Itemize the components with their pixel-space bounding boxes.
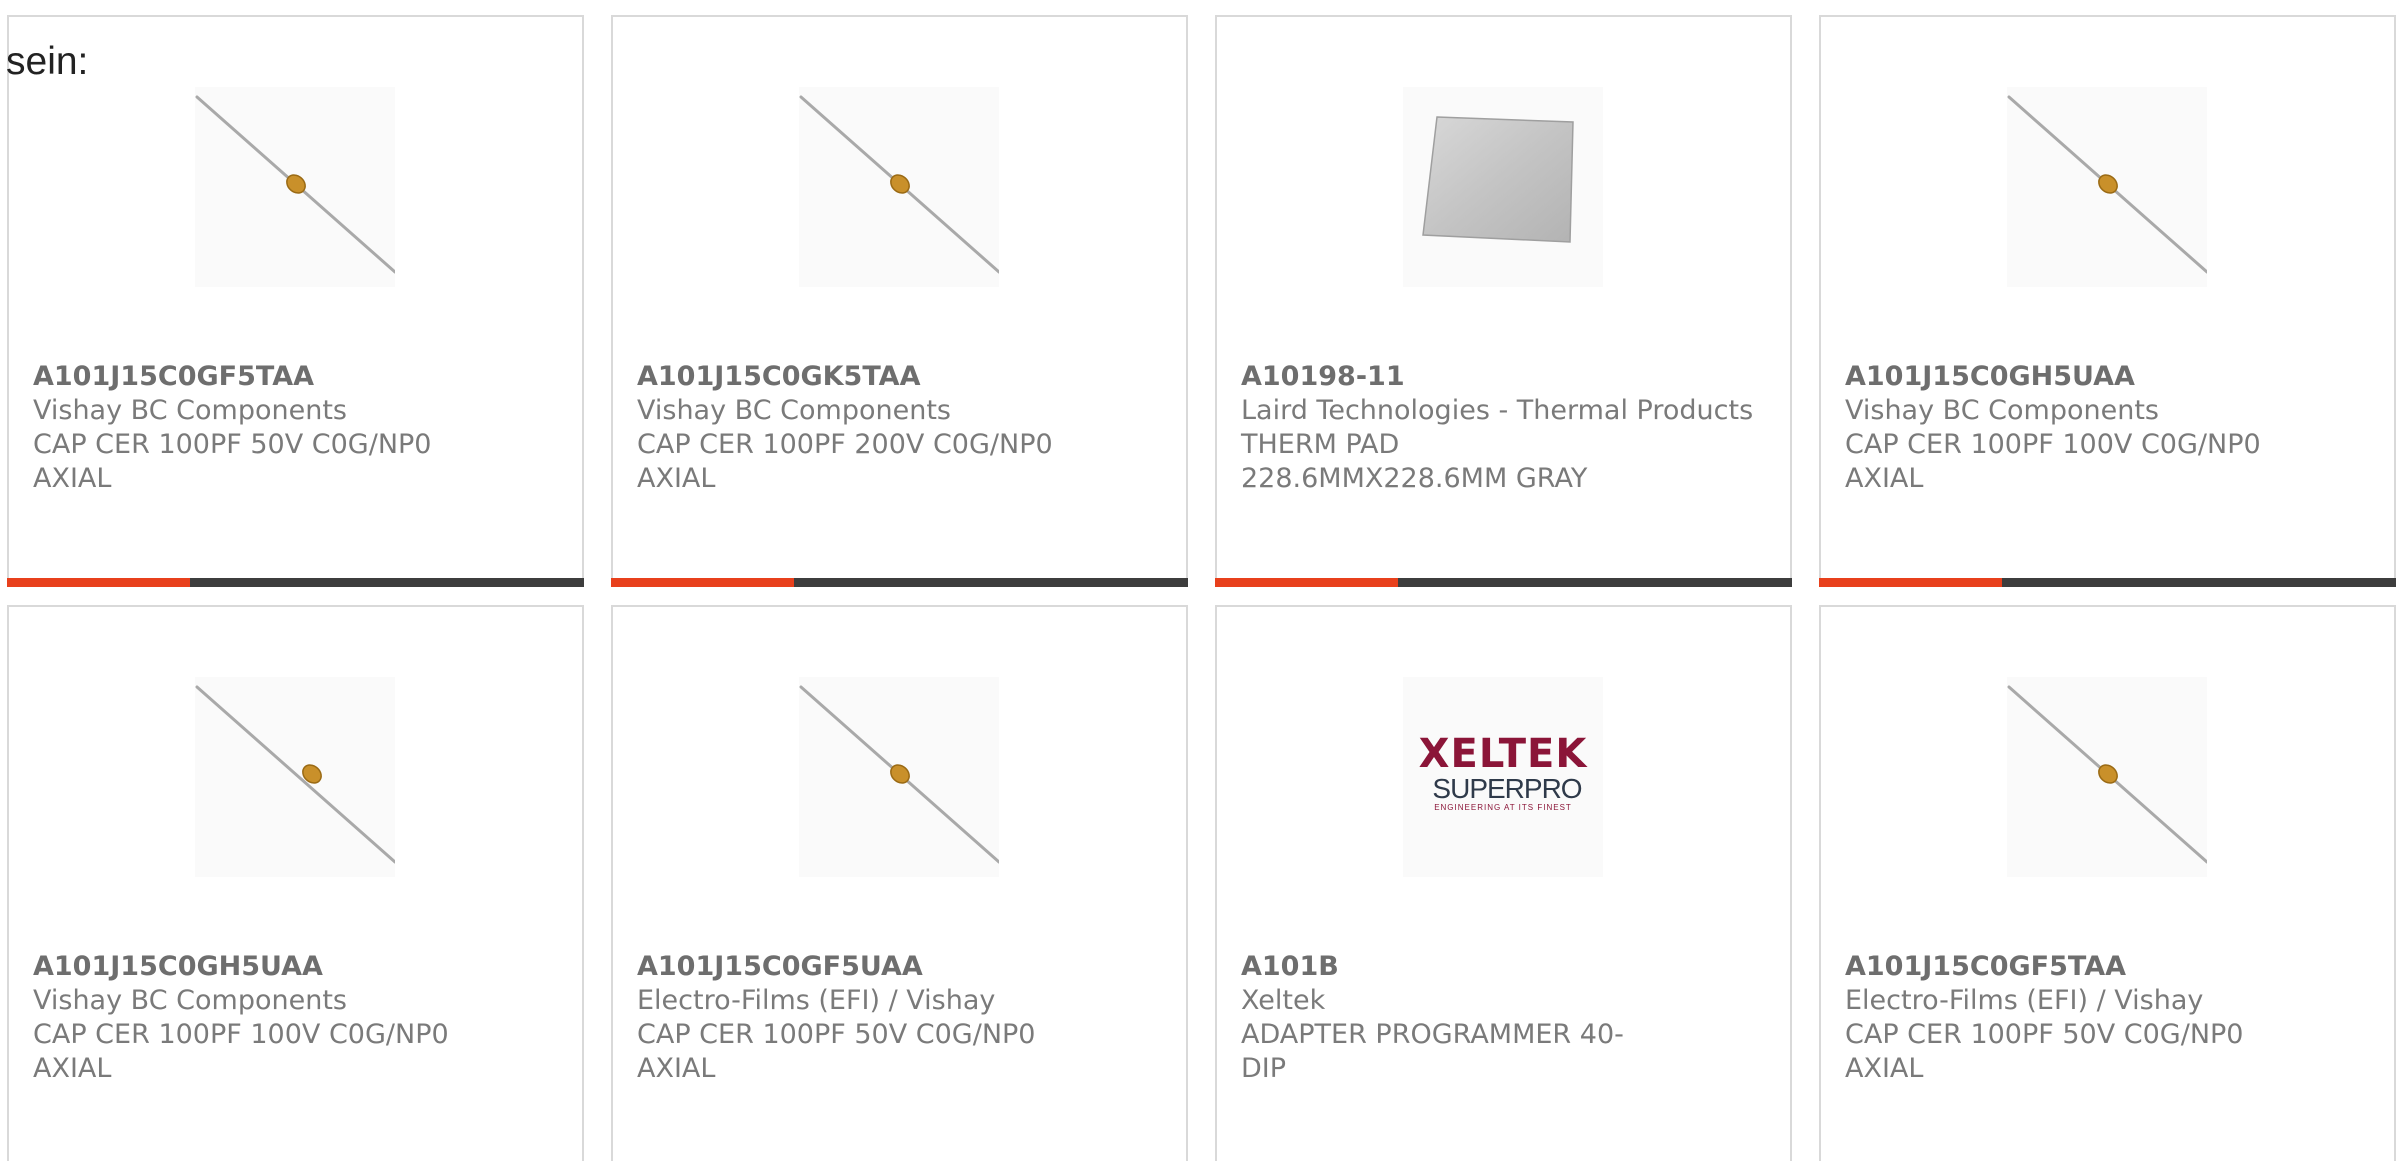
product-info: A101J15C0GF5TAA Vishay BC Components CAP…	[33, 360, 558, 496]
product-info: A101B Xeltek ADAPTER PROGRAMMER 40-DIP	[1241, 950, 1766, 1086]
manufacturer: Electro-Films (EFI) / Vishay	[637, 985, 996, 1016]
intro-text: sein:	[6, 40, 89, 83]
product-info: A101J15C0GK5TAA Vishay BC Components CAP…	[637, 360, 1162, 496]
card-accent-bar	[7, 578, 190, 587]
part-number[interactable]: A101B	[1241, 950, 1766, 984]
description: CAP CER 100PF 100V C0G/NP0 AXIAL	[33, 1019, 449, 1084]
xeltek-logo-tagline: ENGINEERING AT ITS FINEST	[1434, 803, 1572, 812]
description: ADAPTER PROGRAMMER 40-DIP	[1241, 1019, 1624, 1084]
thermal-pad-icon[interactable]	[1403, 87, 1603, 287]
manufacturer: Vishay BC Components	[637, 395, 951, 426]
part-number[interactable]: A101J15C0GF5TAA	[1845, 950, 2370, 984]
product-info: A101J15C0GF5TAA Electro-Films (EFI) / Vi…	[1845, 950, 2370, 1086]
product-card[interactable]: XELTEK SUPERPRO ENGINEERING AT ITS FINES…	[1215, 605, 1792, 1161]
manufacturer: Xeltek	[1241, 985, 1326, 1016]
superpro-logo-word: SUPERPRO	[1432, 773, 1581, 804]
manufacturer: Vishay BC Components	[33, 395, 347, 426]
product-info: A101J15C0GH5UAA Vishay BC Components CAP…	[33, 950, 558, 1086]
product-card[interactable]: A101J15C0GF5UAA Electro-Films (EFI) / Vi…	[611, 605, 1188, 1161]
card-accent-bar	[1215, 578, 1398, 587]
description: CAP CER 100PF 50V C0G/NP0 AXIAL	[637, 1019, 1036, 1084]
product-results-page: sein: A101J15C0GF5TAA Vishay BC Componen…	[0, 0, 2400, 1161]
manufacturer: Electro-Films (EFI) / Vishay	[1845, 985, 2204, 1016]
description: CAP CER 100PF 50V C0G/NP0 AXIAL	[33, 429, 432, 494]
card-accent-bar	[1819, 578, 2002, 587]
axial-capacitor-icon[interactable]	[799, 87, 999, 287]
product-card[interactable]: A101J15C0GK5TAA Vishay BC Components CAP…	[611, 15, 1188, 587]
product-card[interactable]: A101J15C0GF5TAA Electro-Films (EFI) / Vi…	[1819, 605, 2396, 1161]
xeltek-logo[interactable]: XELTEK SUPERPRO ENGINEERING AT ITS FINES…	[1403, 677, 1603, 877]
part-number[interactable]: A101J15C0GF5TAA	[33, 360, 558, 394]
product-info: A101J15C0GH5UAA Vishay BC Components CAP…	[1845, 360, 2370, 496]
manufacturer: Laird Technologies - Thermal Products	[1241, 395, 1754, 426]
product-card[interactable]: A10198-11 Laird Technologies - Thermal P…	[1215, 15, 1792, 587]
product-info: A10198-11 Laird Technologies - Thermal P…	[1241, 360, 1766, 496]
part-number[interactable]: A101J15C0GK5TAA	[637, 360, 1162, 394]
axial-capacitor-icon[interactable]	[195, 677, 395, 877]
axial-capacitor-icon[interactable]	[799, 677, 999, 877]
product-card[interactable]: A101J15C0GH5UAA Vishay BC Components CAP…	[7, 605, 584, 1161]
axial-capacitor-icon[interactable]	[2007, 677, 2207, 877]
part-number[interactable]: A101J15C0GH5UAA	[1845, 360, 2370, 394]
part-number[interactable]: A101J15C0GF5UAA	[637, 950, 1162, 984]
axial-capacitor-icon[interactable]	[195, 87, 395, 287]
card-accent-bar	[611, 578, 794, 587]
product-card[interactable]: A101J15C0GH5UAA Vishay BC Components CAP…	[1819, 15, 2396, 587]
manufacturer: Vishay BC Components	[33, 985, 347, 1016]
card-footer-bar	[611, 578, 1188, 587]
card-footer-bar	[1819, 578, 2396, 587]
description: CAP CER 100PF 200V C0G/NP0 AXIAL	[637, 429, 1053, 494]
description: THERM PAD 228.6MMX228.6MM GRAY	[1241, 429, 1588, 494]
part-number[interactable]: A10198-11	[1241, 360, 1766, 394]
product-info: A101J15C0GF5UAA Electro-Films (EFI) / Vi…	[637, 950, 1162, 1086]
product-card[interactable]: A101J15C0GF5TAA Vishay BC Components CAP…	[7, 15, 584, 587]
card-footer-bar	[7, 578, 584, 587]
manufacturer: Vishay BC Components	[1845, 395, 2159, 426]
description: CAP CER 100PF 100V C0G/NP0 AXIAL	[1845, 429, 2261, 494]
axial-capacitor-icon[interactable]	[2007, 87, 2207, 287]
xeltek-logo-word: XELTEK	[1419, 731, 1589, 777]
card-footer-bar	[1215, 578, 1792, 587]
part-number[interactable]: A101J15C0GH5UAA	[33, 950, 558, 984]
description: CAP CER 100PF 50V C0G/NP0 AXIAL	[1845, 1019, 2244, 1084]
